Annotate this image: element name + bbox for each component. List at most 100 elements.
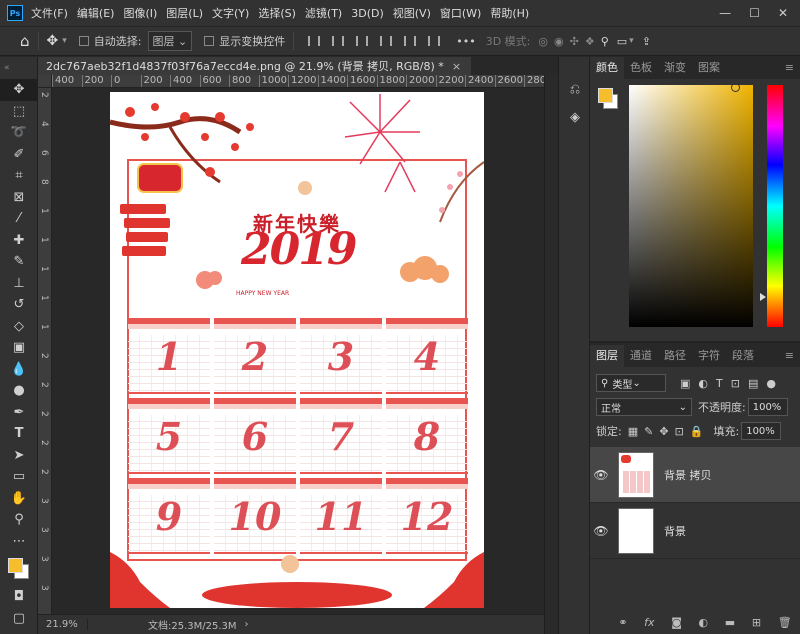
menu-filter[interactable]: 滤镜(T) (305, 5, 342, 21)
lock-artboard-icon[interactable]: ⊡ (675, 425, 684, 438)
layer-row[interactable]: 👁 背景 拷贝 (590, 447, 800, 503)
crop-tool-icon[interactable]: ⌗ (0, 165, 38, 187)
tab-paragraph[interactable]: 段落 (726, 345, 760, 367)
home-icon[interactable]: ⌂ (20, 32, 30, 50)
link-layers-icon[interactable]: ⚭ (618, 616, 627, 629)
color-field[interactable] (629, 85, 753, 327)
delete-layer-icon[interactable]: 🗑 (778, 616, 792, 629)
align-vcenter-icon[interactable] (404, 36, 417, 46)
add-mask-icon[interactable]: ◙ (671, 616, 682, 629)
tab-character[interactable]: 字符 (692, 345, 726, 367)
eyedropper-tool-icon[interactable]: ⁄ (0, 208, 38, 230)
menu-help[interactable]: 帮助(H) (490, 5, 529, 21)
menu-select[interactable]: 选择(S) (258, 5, 296, 21)
filter-shape-icon[interactable]: ⊡ (731, 377, 740, 390)
filter-toggle-icon[interactable]: ● (766, 377, 776, 390)
visibility-eye-icon[interactable]: 👁 (590, 524, 612, 538)
foreground-color-swatch[interactable] (8, 558, 23, 573)
hue-slider-handle[interactable] (760, 293, 766, 301)
blur-tool-icon[interactable]: 💧 (0, 359, 38, 381)
menu-layer[interactable]: 图层(L) (166, 5, 203, 21)
tab-swatches[interactable]: 色板 (624, 57, 658, 79)
menu-file[interactable]: 文件(F) (31, 5, 68, 21)
foreground-color-swatch[interactable] (598, 88, 613, 103)
color-swatches[interactable] (0, 552, 37, 586)
marquee-tool-icon[interactable]: ⬚ (0, 101, 38, 123)
color-panel-menu-icon[interactable]: ≡ (785, 57, 794, 79)
filter-adjustment-icon[interactable]: ◐ (698, 377, 708, 390)
layer-name[interactable]: 背景 (664, 523, 686, 539)
stamp-tool-icon[interactable]: ⊥ (0, 273, 38, 295)
auto-select-dropdown[interactable]: 图层 ⌄ (147, 31, 193, 51)
color-picker-cursor[interactable] (731, 83, 740, 92)
minimize-button[interactable]: — (719, 6, 731, 20)
menu-window[interactable]: 窗口(W) (440, 5, 481, 21)
vertical-scrollbar[interactable] (544, 75, 558, 634)
healing-brush-tool-icon[interactable]: ✚ (0, 230, 38, 252)
layers-panel-menu-icon[interactable]: ≡ (785, 345, 794, 367)
eraser-tool-icon[interactable]: ◇ (0, 316, 38, 338)
lock-position-icon[interactable]: ✥ (659, 425, 668, 438)
workspace-chevron-icon[interactable]: ▾ (629, 36, 634, 46)
document-info[interactable]: 文档:25.3M/25.3M (148, 617, 237, 632)
status-menu-icon[interactable]: › (245, 619, 249, 630)
align-bottom-icon[interactable] (428, 36, 441, 46)
tab-layers[interactable]: 图层 (590, 345, 624, 367)
document-canvas[interactable]: 新年快樂 2019 HAPPY NEW YEAR 1 2 3 4 5 6 7 8… (110, 92, 484, 608)
maximize-button[interactable]: ☐ (749, 6, 760, 20)
lock-pixels-icon[interactable]: ✎ (644, 425, 653, 438)
vertical-ruler[interactable]: 2 4 6 8 1 1 1 1 1 2 2 2 2 2 3 3 3 3 (38, 88, 52, 614)
path-select-tool-icon[interactable]: ➤ (0, 445, 38, 467)
align-top-icon[interactable] (380, 36, 393, 46)
pan-3d-icon[interactable]: ✣ (570, 35, 579, 48)
more-options-icon[interactable]: ••• (456, 35, 475, 48)
visibility-eye-icon[interactable]: 👁 (590, 468, 612, 482)
search-icon[interactable]: ⚲ (601, 35, 609, 48)
menu-type[interactable]: 文字(Y) (212, 5, 249, 21)
adjustment-layer-icon[interactable]: ◐ (699, 616, 709, 629)
toolbar-collapse-icon[interactable]: « (0, 57, 37, 79)
share-icon[interactable]: ⇪ (642, 35, 651, 48)
horizontal-ruler[interactable]: 400 200 0 200 400 600 800 1000 1200 1400 1600 1800 2… (52, 75, 544, 88)
quick-select-tool-icon[interactable]: ✐ (0, 144, 38, 166)
close-document-icon[interactable]: × (452, 60, 461, 73)
properties-panel-icon[interactable]: ◈ (559, 103, 591, 131)
edit-toolbar-icon[interactable]: ⋯ (0, 531, 38, 553)
layer-row[interactable]: 👁 背景 (590, 503, 800, 559)
auto-select-checkbox[interactable] (78, 36, 89, 46)
align-left-icon[interactable] (308, 36, 321, 46)
show-transform-checkbox[interactable] (204, 36, 215, 46)
new-group-icon[interactable]: ▬ (725, 616, 735, 629)
tab-gradients[interactable]: 渐变 (658, 57, 692, 79)
tab-patterns[interactable]: 图案 (692, 57, 726, 79)
history-brush-tool-icon[interactable]: ↺ (0, 294, 38, 316)
layer-filter-dropdown[interactable]: ⚲ 类型 ⌄ (596, 374, 666, 392)
tab-color[interactable]: 颜色 (590, 57, 624, 79)
tab-channels[interactable]: 通道 (624, 345, 658, 367)
screen-mode-icon[interactable]: ▢ (0, 608, 38, 630)
menu-image[interactable]: 图像(I) (123, 5, 157, 21)
layer-style-icon[interactable]: fx (644, 616, 654, 629)
frame-tool-icon[interactable]: ⊠ (0, 187, 38, 209)
roll-3d-icon[interactable]: ◉ (554, 35, 564, 48)
document-tab[interactable]: 2dc767aeb32f1d4837f03f76a7eccd4e.png @ 2… (38, 57, 472, 75)
quick-mask-icon[interactable]: ◘ (0, 586, 38, 608)
type-tool-icon[interactable]: T (0, 423, 38, 445)
gradient-tool-icon[interactable]: ▣ (0, 337, 38, 359)
tool-preset-chevron-icon[interactable]: ▾ (62, 36, 67, 46)
align-right-icon[interactable] (356, 36, 369, 46)
dodge-tool-icon[interactable]: ● (0, 380, 38, 402)
hand-tool-icon[interactable]: ✋ (0, 488, 38, 510)
menu-view[interactable]: 视图(V) (393, 5, 431, 21)
fill-input[interactable]: 100% (741, 422, 782, 440)
orbit-3d-icon[interactable]: ◎ (538, 35, 548, 48)
history-panel-icon[interactable]: ⎌ (559, 75, 591, 103)
layer-name[interactable]: 背景 拷贝 (664, 467, 712, 483)
filter-smart-object-icon[interactable]: ▤ (748, 377, 758, 390)
filter-pixel-icon[interactable]: ▣ (680, 377, 690, 390)
zoom-tool-icon[interactable]: ⚲ (0, 509, 38, 531)
menu-edit[interactable]: 编辑(E) (77, 5, 115, 21)
menu-3d[interactable]: 3D(D) (351, 7, 384, 20)
pen-tool-icon[interactable]: ✒ (0, 402, 38, 424)
slide-3d-icon[interactable]: ❖ (585, 35, 595, 48)
